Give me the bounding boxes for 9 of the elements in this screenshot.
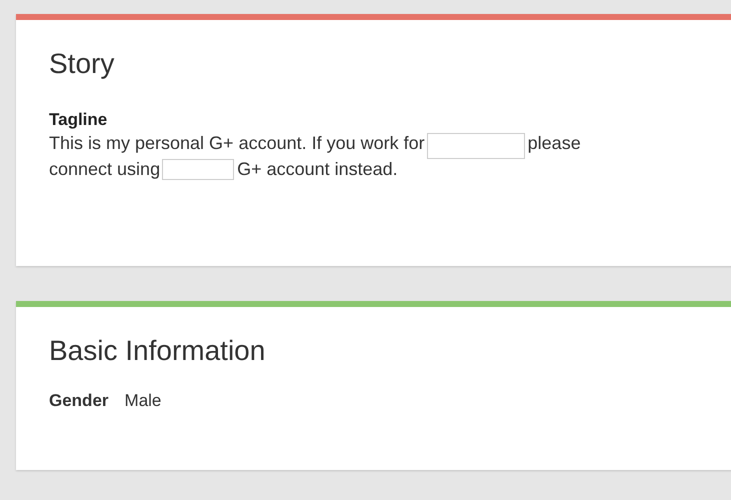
tagline-text: please	[528, 132, 581, 154]
card-title: Basic Information	[49, 335, 266, 367]
tagline-text: This is my personal G+ account. If you work for	[49, 132, 425, 154]
card-title: Story	[49, 48, 116, 80]
tagline-text: connect using	[49, 158, 160, 180]
tagline-label: Tagline	[49, 110, 108, 130]
tagline-text: G+ account instead.	[237, 158, 398, 180]
field-label: Gender	[49, 391, 109, 411]
field-value: Male	[124, 391, 162, 411]
